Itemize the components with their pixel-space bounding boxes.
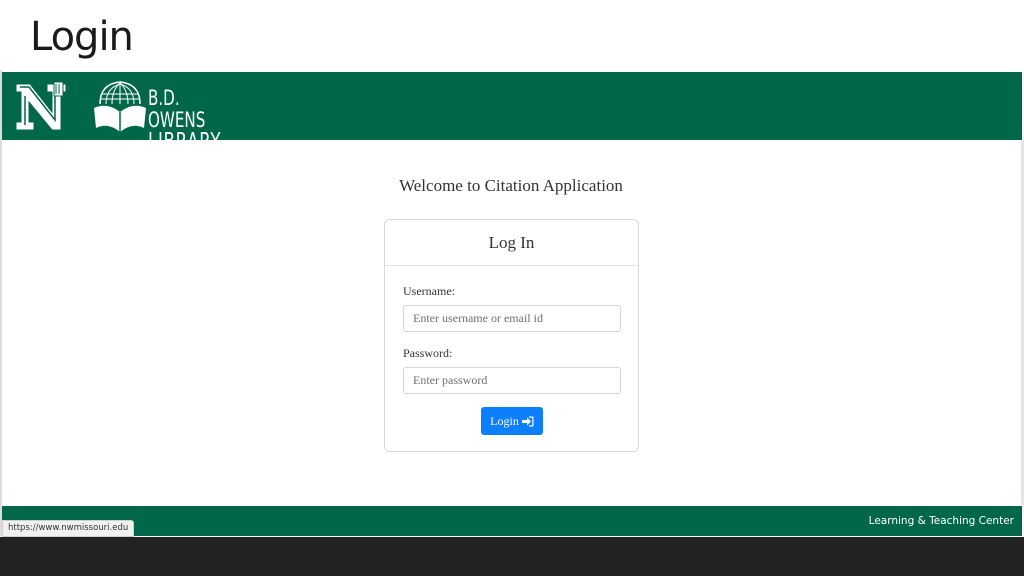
library-logo[interactable]: B.D. OWENS LIBRARY: [92, 78, 222, 154]
login-card-title: Log In: [385, 220, 638, 266]
library-name-line2: LIBRARY: [148, 129, 222, 155]
northwest-n-logo[interactable]: [14, 80, 70, 132]
site-header: B.D. OWENS LIBRARY: [2, 72, 1022, 154]
footer-text[interactable]: Learning & Teaching Center: [869, 515, 1014, 527]
username-input[interactable]: [403, 305, 621, 332]
password-input[interactable]: [403, 367, 621, 394]
book-globe-icon: [94, 81, 146, 132]
login-button-label: Login: [490, 413, 519, 428]
password-label: Password:: [403, 346, 453, 360]
status-bar-url: https://www.nwmissouri.edu: [2, 520, 135, 537]
slide-title: Login: [30, 14, 134, 60]
welcome-heading: Welcome to Citation Application: [399, 176, 623, 195]
site-footer: Learning & Teaching Center: [2, 506, 1022, 536]
sign-in-icon: [521, 416, 534, 426]
login-button[interactable]: Login: [481, 407, 543, 435]
bottom-bar: [0, 537, 1024, 576]
username-label: Username:: [403, 284, 455, 298]
library-name-line1: B.D. OWENS: [148, 86, 206, 132]
library-wordmark: B.D. OWENS LIBRARY: [148, 86, 222, 155]
login-card: Log In Username: Password: Login: [384, 219, 639, 452]
